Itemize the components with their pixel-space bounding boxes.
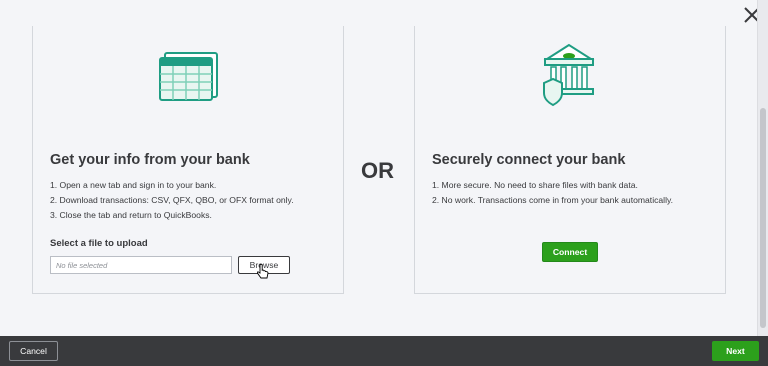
file-input[interactable]: No file selected [50, 256, 232, 274]
list-item: 2. No work. Transactions come in from yo… [432, 195, 674, 205]
list-item: 3. Close the tab and return to QuickBook… [50, 210, 212, 220]
spreadsheet-icon [159, 52, 218, 101]
list-item: 1. More secure. No need to share files w… [432, 180, 638, 190]
connect-steps-list: 1. More secure. No need to share files w… [432, 178, 673, 208]
list-item: 2. Download transactions: CSV, QFX, QBO,… [50, 195, 294, 205]
cancel-button[interactable]: Cancel [9, 341, 58, 361]
vertical-scrollbar[interactable] [757, 0, 768, 336]
list-item: 1. Open a new tab and sign in to your ba… [50, 180, 217, 190]
footer-bar: Cancel Next [0, 336, 768, 366]
connect-button[interactable]: Connect [542, 242, 598, 262]
file-steps-list: 1. Open a new tab and sign in to your ba… [50, 178, 294, 223]
scrollbar-thumb[interactable] [760, 108, 766, 328]
file-panel-title: Get your info from your bank [50, 152, 250, 168]
upload-label: Select a file to upload [50, 238, 148, 249]
or-label: OR [361, 158, 394, 183]
bank-shield-icon [543, 43, 595, 107]
connect-panel-title: Securely connect your bank [432, 152, 626, 168]
hand-cursor-icon [257, 264, 269, 279]
connect-bank-panel: Securely connect your bank 1. More secur… [414, 26, 726, 294]
file-upload-panel: Get your info from your bank 1. Open a n… [32, 26, 344, 294]
next-button[interactable]: Next [712, 341, 759, 361]
